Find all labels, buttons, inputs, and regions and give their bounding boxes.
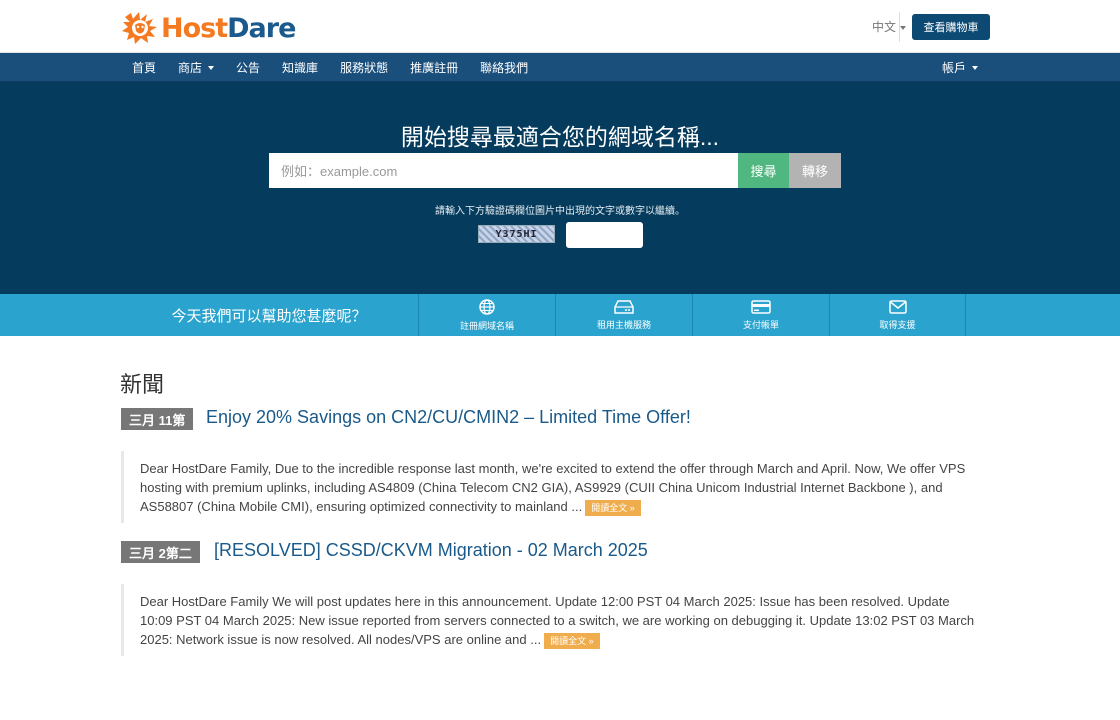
- nav-knowledgebase[interactable]: 知識庫: [271, 53, 329, 82]
- news-date-badge: 三月 2第二: [121, 541, 200, 563]
- nav-items: 首頁 商店 公告 知識庫 服務狀態 推廣註冊 聯絡我們: [121, 53, 539, 82]
- help-hosting-label: 租用主機服務: [596, 319, 651, 330]
- nav-store-label: 商店: [178, 61, 203, 75]
- nav-store[interactable]: 商店: [167, 53, 225, 82]
- hero-title: 開始搜尋最適合您的網域名稱...: [400, 124, 720, 150]
- logo-host-text: Host: [161, 12, 228, 44]
- main-nav: 首頁 商店 公告 知識庫 服務狀態 推廣註冊 聯絡我們 帳戶: [0, 53, 1120, 82]
- news-title-link[interactable]: [RESOLVED] CSSD/CKVM Migration - 02 Marc…: [214, 540, 648, 561]
- captcha-input[interactable]: [566, 222, 643, 248]
- nav-announcements[interactable]: 公告: [225, 53, 271, 82]
- nav-service-status[interactable]: 服務狀態: [329, 53, 399, 82]
- domain-search-input[interactable]: 例如：example.com: [269, 153, 738, 188]
- logo-dare-text: Dare: [227, 12, 296, 44]
- globe-icon: [479, 298, 495, 315]
- logo-wordmark: HostDare: [161, 12, 296, 44]
- view-cart-button[interactable]: 查看購物車: [912, 14, 990, 40]
- read-more-button[interactable]: 閱讀全文 »: [585, 499, 641, 516]
- captcha-prompt: 請輸入下方驗證碼欄位圖片中出現的文字或數字以繼續。: [435, 206, 685, 217]
- hdd-icon: [614, 299, 634, 314]
- help-support[interactable]: 取得支援: [829, 294, 966, 336]
- help-register-domain-label: 註冊網域名稱: [459, 320, 514, 331]
- news-date-badge: 三月 11第: [121, 408, 194, 430]
- help-support-label: 取得支援: [879, 319, 916, 330]
- news-excerpt: Dear HostDare Family We will post update…: [121, 584, 981, 656]
- nav-affiliates[interactable]: 推廣註冊: [399, 53, 469, 82]
- help-title: 今天我們可以幫助您甚麼呢？: [171, 306, 367, 325]
- nav-contact[interactable]: 聯絡我們: [469, 53, 539, 82]
- lion-logo-icon: [121, 11, 161, 45]
- nav-account-dropdown[interactable]: 帳戶: [932, 53, 988, 82]
- help-hosting[interactable]: 租用主機服務: [555, 294, 692, 336]
- site-header: HostDare 中文 登入 註冊 查看購物車: [0, 0, 1120, 53]
- nav-account-label: 帳戶: [942, 61, 967, 75]
- help-pay-invoice[interactable]: 支付帳單: [692, 294, 829, 336]
- help-bar: 今天我們可以幫助您甚麼呢？ 註冊網域名稱 租用主機服務 支付帳單 取得支援: [0, 294, 1120, 336]
- help-pay-invoice-label: 支付帳單: [742, 319, 779, 330]
- news-title-link[interactable]: Enjoy 20% Savings on CN2/CU/CMIN2 – Limi…: [206, 407, 691, 428]
- captcha-image: Y375HI: [478, 225, 555, 243]
- news-heading: 新聞: [120, 372, 165, 397]
- search-button[interactable]: 搜尋: [738, 153, 789, 188]
- envelope-icon: [888, 299, 907, 314]
- hostdare-logo[interactable]: HostDare: [121, 10, 296, 46]
- read-more-button[interactable]: 閱讀全文 »: [544, 632, 600, 649]
- domain-search-form: 例如：example.com 搜尋 轉移: [269, 153, 841, 188]
- news-excerpt: Dear HostDare Family, Due to the incredi…: [121, 451, 981, 523]
- news-excerpt-text: Dear HostDare Family, Due to the incredi…: [140, 461, 966, 514]
- language-dropdown[interactable]: 中文: [872, 18, 906, 35]
- help-register-domain[interactable]: 註冊網域名稱: [418, 294, 555, 336]
- credit-card-icon: [751, 299, 771, 314]
- domain-search-hero: 開始搜尋最適合您的網域名稱... 例如：example.com 搜尋 轉移 請輸…: [0, 82, 1120, 294]
- header-divider: [899, 12, 900, 42]
- transfer-button[interactable]: 轉移: [789, 153, 841, 188]
- nav-home[interactable]: 首頁: [121, 53, 167, 82]
